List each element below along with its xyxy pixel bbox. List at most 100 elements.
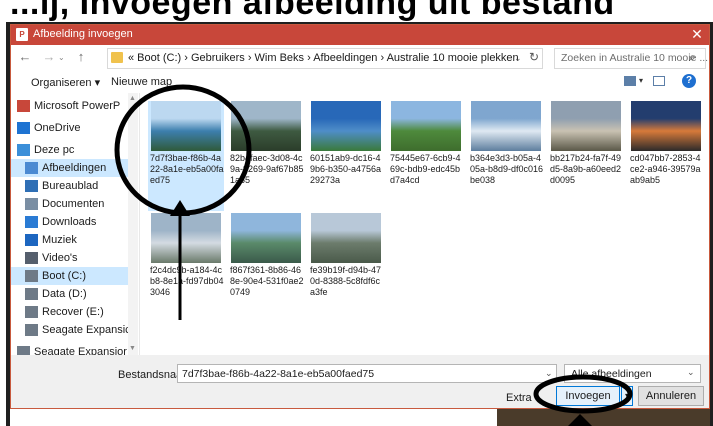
nav-this-pc[interactable]: Deze pc: [11, 141, 137, 159]
seagate-1-icon: [25, 324, 38, 336]
file-tile[interactable]: cd047bb7-2853-4ce2-a946-39579aab9ab5: [628, 101, 704, 211]
image-thumbnail[interactable]: [231, 101, 301, 151]
back-arrow-icon[interactable]: ←: [17, 49, 33, 65]
search-input[interactable]: Zoeken in Australie 10 mooie ...: [561, 52, 708, 64]
insert-picture-dialog: P Afbeelding invoegen ✕ ← → ⌄ ↑ « Boot (…: [10, 24, 710, 409]
image-thumbnail[interactable]: [551, 101, 621, 151]
scroll-up-icon[interactable]: ▲: [129, 95, 136, 102]
nav-item-label: Microsoft PowerP: [34, 100, 121, 112]
address-dropdown-icon[interactable]: ⌄: [514, 51, 526, 65]
file-name: 7d7f3bae-f86b-4a22-8a1e-eb5a00faed75: [150, 153, 224, 185]
up-arrow-icon[interactable]: ↑: [73, 49, 89, 65]
filetype-dropdown-icon[interactable]: ⌄: [687, 367, 695, 378]
file-tile[interactable]: bb217b24-fa7f-49d5-8a9b-a60eed2d0095: [548, 101, 624, 211]
breadcrumb[interactable]: « Boot (C:) › Gebruikers › Wim Beks › Af…: [128, 52, 519, 64]
boot-c-icon: [25, 270, 38, 282]
nav-onedrive[interactable]: OneDrive: [11, 119, 137, 137]
nav-item-label: Deze pc: [34, 144, 75, 156]
documenten-icon: [25, 198, 38, 210]
file-name: fe39b19f-d94b-470d-8388-5c8fdf6ca3fe: [310, 265, 382, 297]
view-options-icon[interactable]: [624, 76, 636, 86]
image-thumbnail[interactable]: [151, 213, 221, 263]
filename-value[interactable]: 7d7f3bae-f86b-4a22-8a1e-eb5a00faed75: [182, 368, 374, 380]
image-thumbnail[interactable]: [151, 101, 221, 151]
recover-e-icon: [25, 306, 38, 318]
help-icon[interactable]: ?: [682, 74, 696, 88]
search-box[interactable]: Zoeken in Australie 10 mooie ... ⌕: [554, 48, 708, 69]
search-icon[interactable]: ⌕: [689, 50, 696, 65]
nav-documenten[interactable]: Documenten: [11, 195, 137, 213]
new-folder-button[interactable]: Nieuwe map: [111, 76, 172, 88]
nav-data-d[interactable]: Data (D:): [11, 285, 137, 303]
preview-pane-icon[interactable]: [653, 76, 665, 86]
file-name: f2c4dc9b-a184-4cb8-8e1a-fd97db043046: [150, 265, 224, 297]
file-tile[interactable]: 75445e67-6cb9-469c-bdb9-edc45bd7a4cd: [388, 101, 464, 211]
forward-arrow-icon[interactable]: →: [41, 49, 57, 65]
nav-afbeeldingen[interactable]: Afbeeldingen: [11, 159, 137, 177]
powerpoint-icon: [17, 100, 30, 112]
nav-item-label: Seagate Expansic: [42, 324, 131, 336]
filename-input[interactable]: 7d7f3bae-f86b-4a22-8a1e-eb5a00faed75: [177, 364, 557, 383]
address-bar[interactable]: « Boot (C:) › Gebruikers › Wim Beks › Af…: [107, 48, 543, 69]
seagate-2-icon: [17, 346, 30, 355]
image-thumbnail[interactable]: [391, 101, 461, 151]
refresh-icon[interactable]: ↻: [529, 50, 541, 64]
file-tile[interactable]: 60151ab9-dc16-49b6-b350-a4756a29273a: [308, 101, 384, 211]
navigation-bar: ← → ⌄ ↑ « Boot (C:) › Gebruikers › Wim B…: [11, 45, 709, 72]
file-tile[interactable]: 7d7f3bae-f86b-4a22-8a1e-eb5a00faed75: [148, 101, 224, 211]
nav-boot-c[interactable]: Boot (C:): [11, 267, 137, 285]
title-bar: P Afbeelding invoegen ✕: [11, 25, 709, 45]
file-name: bb217b24-fa7f-49d5-8a9b-a60eed2d0095: [550, 153, 622, 185]
image-thumbnail[interactable]: [231, 213, 301, 263]
nav-seagate-1[interactable]: Seagate Expansic: [11, 321, 137, 339]
nav-powerpoint[interactable]: Microsoft PowerP: [11, 97, 137, 115]
filetype-select[interactable]: Alle afbeeldingen ⌄: [564, 364, 701, 383]
nav-item-label: Bureaublad: [42, 180, 99, 192]
bureaublad-icon: [25, 180, 38, 192]
filetype-value[interactable]: Alle afbeeldingen: [571, 368, 652, 380]
file-name: 82b4faec-3d08-4c9a-9269-9af67b851a65: [230, 153, 304, 185]
scroll-down-icon[interactable]: ▼: [129, 345, 136, 352]
nav-item-label: Boot (C:): [42, 270, 87, 282]
nav-item-label: Muziek: [42, 234, 77, 246]
nav-item-label: Seagate Expansior: [34, 346, 127, 355]
file-tile[interactable]: f867f361-8b86-468e-90e4-531f0ae20749: [228, 213, 304, 323]
filename-dropdown-icon[interactable]: ⌄: [545, 364, 557, 383]
nav-downloads[interactable]: Downloads: [11, 213, 137, 231]
image-thumbnail[interactable]: [471, 101, 541, 151]
file-name: cd047bb7-2853-4ce2-a946-39579aab9ab5: [630, 153, 701, 185]
file-tile[interactable]: b364e3d3-b05a-405a-b8d9-df0c016be038: [468, 101, 544, 211]
image-thumbnail[interactable]: [311, 213, 381, 263]
nav-scrollbar[interactable]: [128, 93, 138, 355]
nav-muziek[interactable]: Muziek: [11, 231, 137, 249]
recent-chevron-icon[interactable]: ⌄: [58, 53, 65, 62]
nav-bureaublad[interactable]: Bureaublad: [11, 177, 137, 195]
tutorial-banner: ...ij, Invoegen afbeelding uit bestand: [0, 0, 713, 22]
file-tile[interactable]: 82b4faec-3d08-4c9a-9269-9af67b851a65: [228, 101, 304, 211]
cancel-button[interactable]: Annuleren: [638, 386, 704, 406]
file-name: b364e3d3-b05a-405a-b8d9-df0c016be038: [470, 153, 544, 185]
image-thumbnail[interactable]: [631, 101, 701, 151]
image-thumbnail[interactable]: [311, 101, 381, 151]
videos-icon: [25, 252, 38, 264]
file-list: 7d7f3bae-f86b-4a22-8a1e-eb5a00faed75 82b4…: [140, 93, 709, 355]
onedrive-icon: [17, 122, 30, 134]
insert-split-dropdown-icon[interactable]: ▾: [621, 386, 633, 406]
extra-menu[interactable]: Extra: [506, 392, 532, 404]
insert-button[interactable]: Invoegen: [556, 386, 620, 406]
command-toolbar: Organiseren ▾ Nieuwe map ▾ ?: [11, 71, 709, 93]
afbeeldingen-icon: [25, 162, 38, 174]
file-tile[interactable]: f2c4dc9b-a184-4cb8-8e1a-fd97db043046: [148, 213, 224, 323]
banner-heading: ...ij, Invoegen afbeelding uit bestand: [10, 0, 615, 22]
navigation-pane: Microsoft PowerP OneDrive Deze pc Afbeeldin…: [11, 93, 140, 355]
file-tile[interactable]: fe39b19f-d94b-470d-8388-5c8fdf6ca3fe: [308, 213, 384, 323]
nav-videos[interactable]: Video's: [11, 249, 137, 267]
organize-button[interactable]: Organiseren ▾: [31, 76, 100, 89]
view-dropdown-icon[interactable]: ▾: [639, 76, 643, 85]
nav-recover-e[interactable]: Recover (E:): [11, 303, 137, 321]
folder-icon: [111, 52, 123, 63]
close-button[interactable]: ✕: [687, 26, 707, 43]
file-name: f867f361-8b86-468e-90e4-531f0ae20749: [230, 265, 304, 297]
nav-seagate-2[interactable]: Seagate Expansior: [11, 343, 137, 355]
downloads-icon: [25, 216, 38, 228]
